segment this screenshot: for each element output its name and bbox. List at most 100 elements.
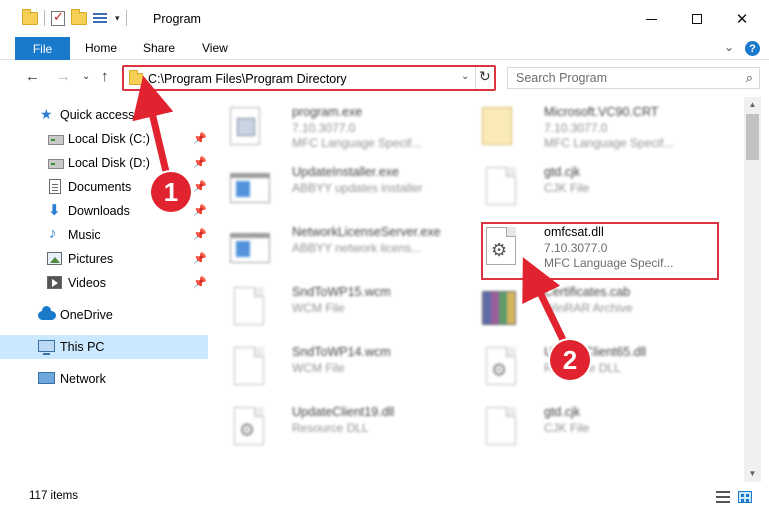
title-bar: ▾ Program ✕ [0, 0, 769, 38]
sidebar-item-label: Quick access [60, 108, 135, 122]
search-placeholder: Search Program [516, 71, 608, 85]
close-button[interactable]: ✕ [719, 6, 765, 32]
tab-view[interactable]: View [202, 41, 228, 55]
customize-toolbar-dropdown-icon[interactable]: ▾ [115, 13, 120, 24]
close-icon: ✕ [735, 11, 749, 28]
sidebar-item-label: Local Disk (D:) [68, 156, 150, 170]
sidebar-item-label: This PC [60, 340, 105, 354]
tab-home[interactable]: Home [85, 41, 117, 55]
minimize-icon [645, 18, 657, 20]
sidebar-item-network[interactable]: Network [0, 367, 208, 391]
sidebar-item-local-disk-c[interactable]: Local Disk (C:) 📌 [0, 127, 208, 151]
refresh-icon[interactable]: ↻ [479, 68, 491, 85]
file-list: program.exe 7.10.3077.0 MFC Language Spe… [210, 97, 744, 482]
pictures-icon [47, 252, 62, 265]
pin-icon[interactable]: 📌 [193, 180, 207, 193]
recent-locations-dropdown[interactable]: ⌄ [82, 71, 90, 82]
sidebar-item-label: OneDrive [60, 308, 113, 322]
file-item[interactable]: SndToWP14.wcm WCM File [220, 341, 458, 395]
scroll-thumb[interactable] [746, 114, 759, 160]
folder-icon [129, 70, 143, 85]
sidebar-item-music[interactable]: ♪ Music 📌 [0, 223, 208, 247]
file-item[interactable]: Microsoft.VC90.CRT 7.10.3077.0 MFC Langu… [472, 101, 710, 155]
star-icon: ★ [40, 106, 53, 122]
rename-icon[interactable] [93, 11, 109, 25]
up-button[interactable]: ↑ [101, 68, 109, 85]
scroll-down-icon[interactable]: ▼ [744, 466, 761, 482]
large-icons-view-icon[interactable] [738, 491, 752, 503]
forward-button[interactable]: → [56, 68, 71, 85]
file-item[interactable]: program.exe 7.10.3077.0 MFC Language Spe… [220, 101, 458, 155]
address-path: C:\Program Files\Program Directory [148, 72, 347, 86]
file-detail: MFC Language Specif... [292, 136, 422, 150]
window-icon [230, 173, 270, 203]
dll-gear-icon [234, 407, 264, 445]
sidebar-item-label: Videos [68, 276, 106, 290]
exe-icon [230, 107, 260, 145]
file-item[interactable]: UpdateClient65.dll Resource DLL [472, 341, 710, 395]
help-icon[interactable]: ? [745, 41, 760, 56]
file-item[interactable]: SndToWP15.wcm WCM File [220, 281, 458, 335]
file-detail: CJK File [544, 181, 590, 195]
sidebar-item-onedrive[interactable]: OneDrive [0, 303, 208, 327]
sidebar-item-label: Network [60, 372, 106, 386]
quick-access-toolbar: ▾ [22, 8, 127, 26]
pin-icon[interactable]: 📌 [193, 204, 207, 217]
file-item[interactable]: gtd.cjk CJK File [472, 401, 710, 455]
pin-icon[interactable]: 📌 [193, 276, 207, 289]
details-view-icon[interactable] [716, 491, 730, 503]
file-item[interactable]: UpdateInstaller.exe ABBYY updates instal… [220, 161, 458, 215]
sidebar-item-videos[interactable]: Videos 📌 [0, 271, 208, 295]
page-icon [234, 287, 264, 325]
sidebar-item-pictures[interactable]: Pictures 📌 [0, 247, 208, 271]
minimize-button[interactable] [628, 6, 674, 32]
file-item[interactable]: Certificates.cab WinRAR Archive [472, 281, 710, 335]
address-dropdown-icon[interactable]: ⌄ [461, 71, 469, 82]
sidebar-item-local-disk-d[interactable]: Local Disk (D:) 📌 [0, 151, 208, 175]
sidebar-item-label: Documents [68, 180, 132, 194]
file-name: SndToWP14.wcm [292, 345, 391, 359]
file-name: Certificates.cab [544, 285, 631, 299]
file-name: Microsoft.VC90.CRT [544, 105, 659, 119]
vertical-scrollbar[interactable]: ▲ ▼ [744, 97, 761, 482]
this-pc-icon [38, 340, 55, 355]
properties-check-icon[interactable] [51, 9, 65, 26]
item-count: 117 items [29, 490, 79, 502]
file-name: SndToWP15.wcm [292, 285, 391, 299]
file-item[interactable]: gtd.cjk CJK File [472, 161, 710, 215]
file-name: NetworkLicenseServer.exe [292, 225, 441, 239]
scroll-up-icon[interactable]: ▲ [744, 97, 761, 113]
back-button[interactable]: ← [25, 68, 40, 85]
expand-ribbon-icon[interactable]: ⌄ [724, 40, 734, 54]
file-detail: WinRAR Archive [544, 301, 633, 315]
address-bar[interactable]: C:\Program Files\Program Directory ⌄ ↻ [122, 65, 496, 91]
pin-icon[interactable]: 📌 [193, 252, 207, 265]
toolbar-divider [44, 10, 45, 26]
new-folder-icon[interactable] [71, 8, 87, 25]
navigation-pane: ★ Quick access Local Disk (C:) 📌 Local D… [0, 97, 210, 482]
sidebar-item-this-pc[interactable]: This PC [0, 335, 208, 359]
pin-icon[interactable]: 📌 [193, 132, 207, 145]
tab-share[interactable]: Share [143, 41, 175, 55]
pin-icon[interactable]: 📌 [193, 228, 207, 241]
file-item[interactable]: NetworkLicenseServer.exe ABBYY network l… [220, 221, 458, 275]
maximize-button[interactable] [674, 6, 720, 32]
window-icon [230, 233, 270, 263]
onedrive-icon [38, 306, 56, 320]
sidebar-item-quick-access[interactable]: ★ Quick access [0, 103, 208, 127]
network-icon [38, 372, 55, 384]
drive-icon [48, 135, 64, 145]
tab-file[interactable]: File [15, 37, 70, 60]
search-input[interactable]: Search Program ⌕ [507, 67, 760, 89]
file-item[interactable]: UpdateClient19.dll Resource DLL [220, 401, 458, 455]
navigation-bar: ← → ⌄ ↑ C:\Program Files\Program Directo… [0, 60, 769, 96]
file-detail: MFC Language Specif... [544, 136, 674, 150]
page-icon [486, 407, 516, 445]
status-bar: 117 items [0, 484, 769, 510]
page-icon [234, 347, 264, 385]
manifest-icon [482, 107, 512, 145]
pin-icon[interactable]: 📌 [193, 156, 207, 169]
file-detail: WCM File [292, 301, 345, 315]
step-1-badge: 1 [151, 172, 191, 212]
window-title: Program [153, 12, 201, 26]
